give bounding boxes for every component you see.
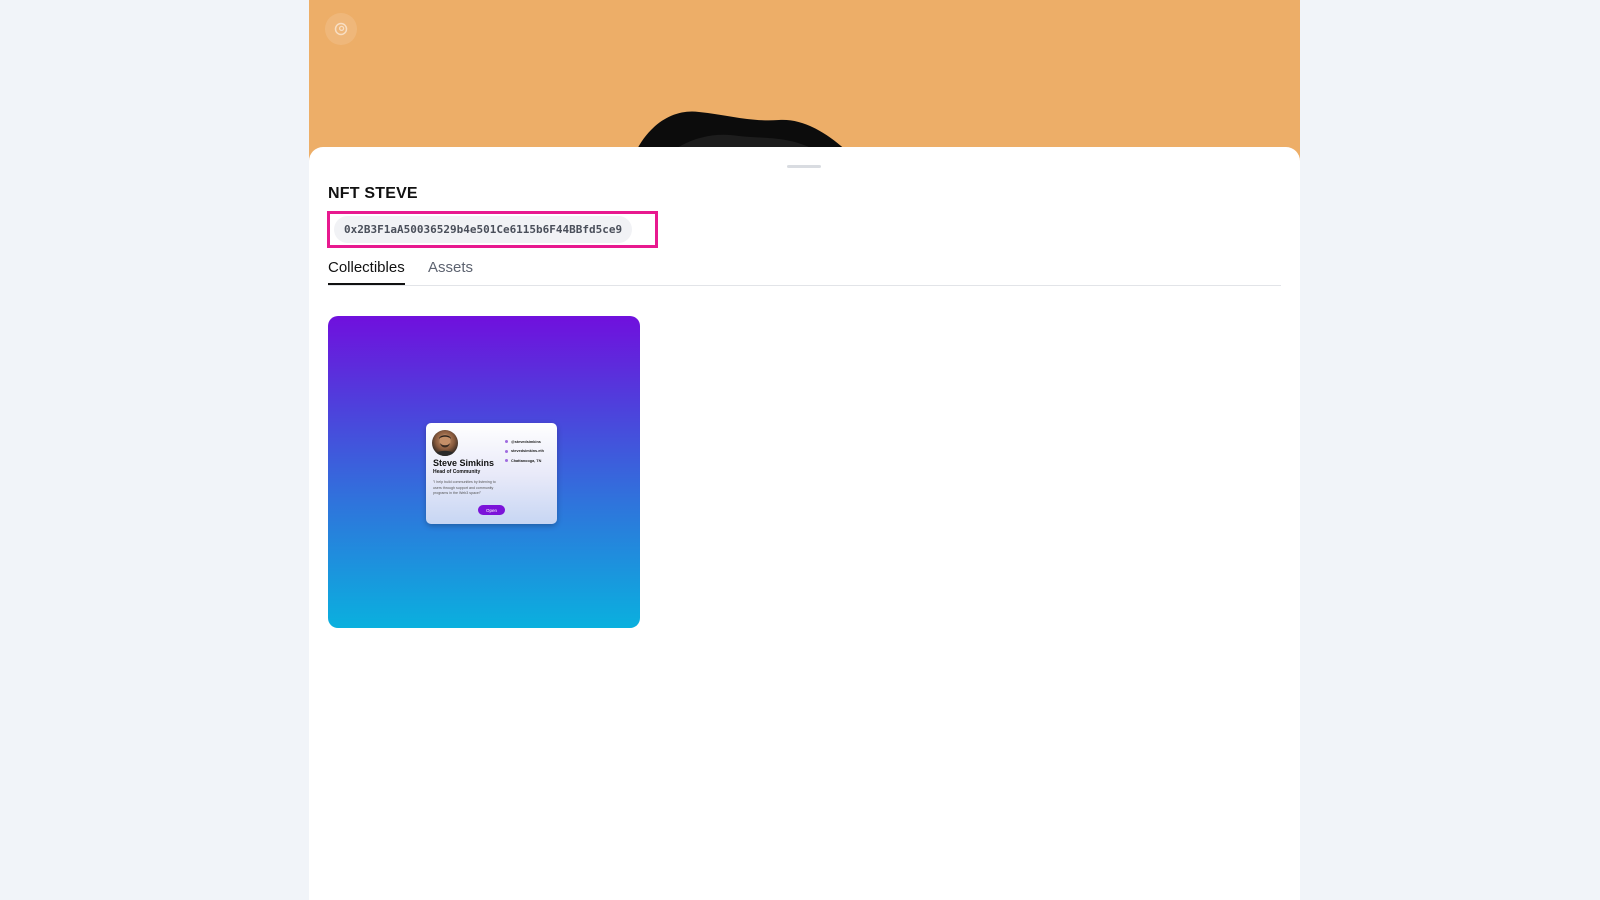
profile-page: NFT STEVE 0x2B3F1aA50036529b4e501Ce6115b… [309,0,1300,900]
pinata-logo-icon[interactable] [325,13,357,45]
profile-sheet: NFT STEVE 0x2B3F1aA50036529b4e501Ce6115b… [309,147,1300,900]
drag-handle[interactable] [787,165,821,168]
nft-card[interactable]: Steve Simkins Head of Community "I help … [328,316,640,628]
address-highlight: 0x2B3F1aA50036529b4e501Ce6115b6F44BBfd5c… [327,211,658,248]
nft-person-bio: "I help build communities by listening t… [433,480,496,495]
nft-open-button: Open [478,505,505,515]
ens-icon [505,449,508,453]
nft-profile-preview: Steve Simkins Head of Community "I help … [426,423,557,524]
tab-collectibles[interactable]: Collectibles [328,255,405,285]
list-item: stevedsimkins.eth [505,447,555,457]
nft-person-name: Steve Simkins [433,458,495,468]
profile-name: NFT STEVE [328,185,418,202]
nft-links-list: @stevedsimkins stevedsimkins.eth Chattan… [505,437,555,466]
list-item: @stevedsimkins [505,437,555,447]
twitter-icon [505,440,508,444]
tab-assets[interactable]: Assets [428,255,473,285]
avatar [432,430,458,456]
location-icon [505,459,508,463]
wallet-address[interactable]: 0x2B3F1aA50036529b4e501Ce6115b6F44BBfd5c… [334,216,633,243]
nft-person-role: Head of Community [433,469,481,475]
list-item: Chattanooga, TN [505,456,555,466]
tab-bar: Collectibles Assets [328,255,1281,286]
